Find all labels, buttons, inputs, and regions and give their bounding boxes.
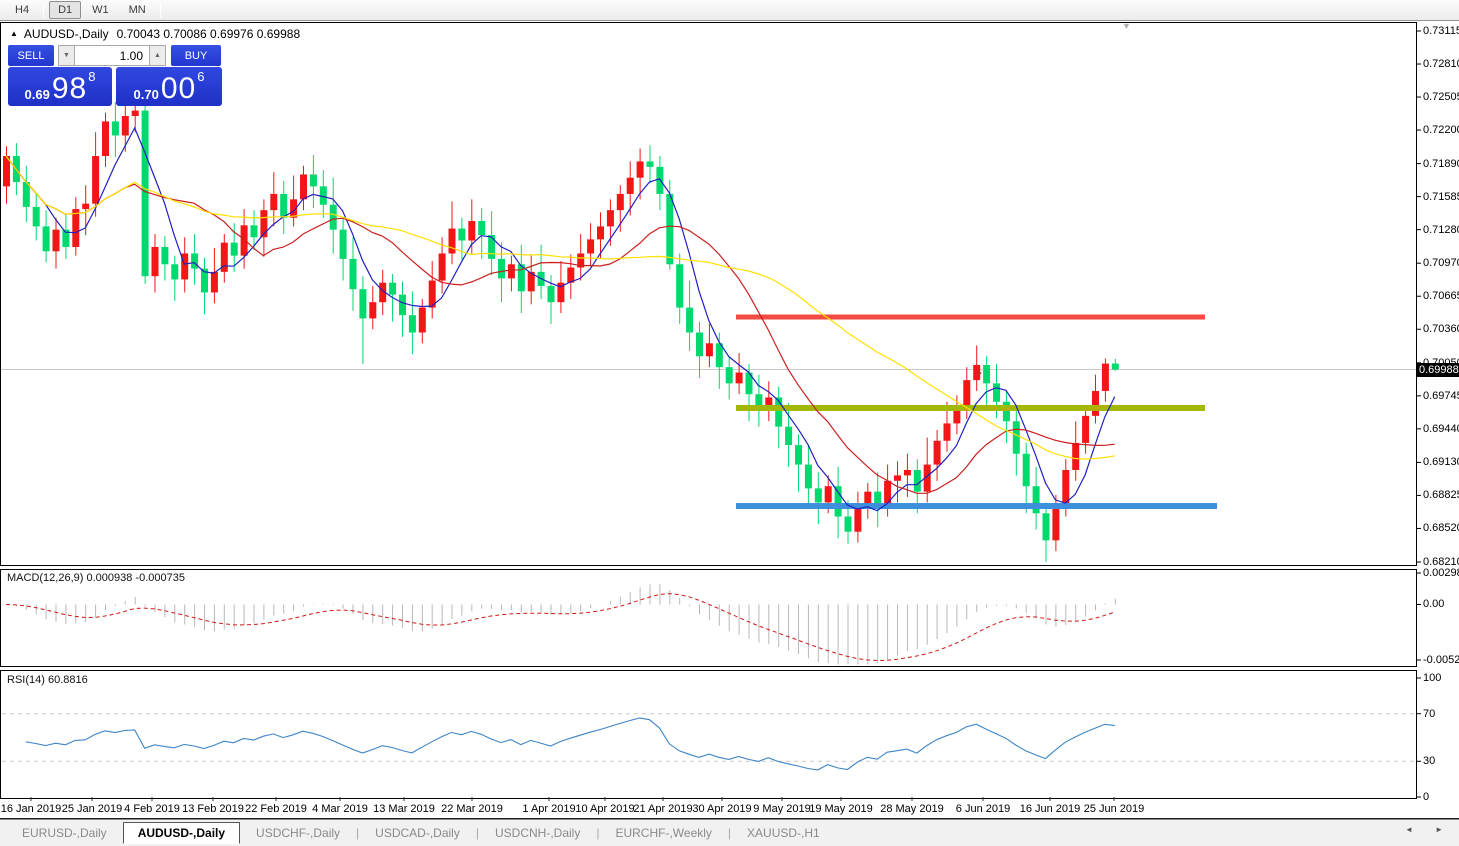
price-axis-label: 0.71585: [1423, 191, 1459, 203]
sell-price-button[interactable]: 0.69 98 8: [8, 67, 112, 106]
date-axis-label: 6 Jun 2019: [956, 803, 1010, 815]
date-axis-label: 21 Apr 2019: [633, 803, 692, 815]
ohlc-values: 0.70043 0.70086 0.69976 0.69988: [117, 27, 301, 41]
price-axis-label: 0.73115: [1423, 25, 1459, 37]
timeframe-button-h4[interactable]: H4: [6, 1, 38, 19]
sell-price-prefix: 0.69: [25, 87, 50, 102]
price-axis-label: 0.71890: [1423, 158, 1459, 170]
buy-price-button[interactable]: 0.70 00 6: [116, 67, 222, 106]
rsi-axis-label: 30: [1423, 755, 1435, 767]
rsi-label: RSI(14) 60.8816: [7, 674, 88, 686]
timeframe-toolbar: H4 D1W1MN: [0, 0, 1459, 21]
date-axis-label: 30 Apr 2019: [692, 803, 751, 815]
price-axis-label: 0.72200: [1423, 124, 1459, 136]
price-axis-label: 0.71280: [1423, 224, 1459, 236]
tab-usdcad-daily[interactable]: USDCAD-,Daily: [359, 823, 476, 843]
price-axis-label: 0.68825: [1423, 489, 1459, 501]
price-axis: 0.69988 0.73115 0.72810 0.72505 0.72200 0.71…: [1417, 22, 1459, 799]
symbol-name: AUDUSD-,Daily: [24, 27, 109, 41]
macd-pane[interactable]: [0, 569, 1417, 667]
buy-price-prefix: 0.70: [134, 87, 159, 102]
macd-label: MACD(12,26,9) 0.000938 -0.000735: [7, 572, 185, 584]
one-click-trade-panel: SELL ▼ ▲ BUY 0.69 98 8 0.70 00 6: [8, 45, 224, 106]
tab-eurusd-daily[interactable]: EURUSD-,Daily: [6, 823, 123, 843]
tab-audusd-daily[interactable]: AUDUSD-,Daily: [123, 822, 240, 844]
date-axis-label: 13 Mar 2019: [373, 803, 435, 815]
date-axis-label: 22 Feb 2019: [245, 803, 307, 815]
date-axis-label: 25 Jun 2019: [1084, 803, 1145, 815]
price-axis-label: 0.68520: [1423, 522, 1459, 534]
timeframe-button-mn[interactable]: MN: [120, 1, 155, 19]
chart-shift-icon: ▼: [1122, 21, 1131, 31]
rsi-axis-label: 70: [1423, 708, 1435, 720]
volume-down-icon[interactable]: ▼: [58, 45, 75, 66]
price-axis-label: 0.70665: [1423, 290, 1459, 302]
toolbar-separator: [43, 3, 44, 18]
tab-eurchf-weekly[interactable]: EURCHF-,Weekly: [599, 823, 727, 843]
date-axis-label: 16 Jan 2019: [1, 803, 62, 815]
tab-usdcnh-daily[interactable]: USDCNH-,Daily: [479, 823, 596, 843]
sell-price-pip: 8: [88, 64, 95, 90]
rsi-value: 60.8816: [48, 674, 88, 686]
tab-scroll-arrows[interactable]: ◄ ►: [1405, 825, 1453, 834]
toolbar-separator: [160, 3, 161, 18]
date-axis-label: 28 May 2019: [880, 803, 944, 815]
rsi-axis-label: 100: [1423, 672, 1441, 684]
date-axis-label: 13 Feb 2019: [182, 803, 244, 815]
price-axis-label: 0.70360: [1423, 323, 1459, 335]
date-axis-label: 4 Feb 2019: [124, 803, 180, 815]
current-price-tag: 0.69988: [1417, 363, 1459, 377]
date-axis-label: 19 May 2019: [809, 803, 873, 815]
macd-values: 0.000938 -0.000735: [86, 572, 184, 584]
macd-axis-label: 0.00: [1423, 598, 1444, 610]
price-axis-label: 0.69440: [1423, 423, 1459, 435]
tab-xauusd-h1[interactable]: XAUUSD-,H1: [731, 823, 836, 843]
sell-button[interactable]: SELL: [8, 45, 54, 66]
buy-price-pip: 6: [197, 64, 204, 90]
date-axis-label: 1 Apr 2019: [522, 803, 575, 815]
price-axis-label: 0.72810: [1423, 58, 1459, 70]
date-axis-label: 25 Jan 2019: [62, 803, 123, 815]
date-axis-label: 16 Jun 2019: [1020, 803, 1081, 815]
rsi-pane[interactable]: [0, 670, 1417, 799]
buy-price-big: 00: [161, 76, 196, 102]
date-axis: 16 Jan 201925 Jan 20194 Feb 201913 Feb 2…: [0, 800, 1459, 819]
timeframe-button-w1[interactable]: W1: [83, 1, 118, 19]
tab-usdchf-daily[interactable]: USDCHF-,Daily: [240, 823, 356, 843]
macd-axis-label: 0.002984: [1423, 567, 1459, 579]
date-axis-label: 4 Mar 2019: [312, 803, 368, 815]
sell-price-big: 98: [52, 76, 87, 102]
date-axis-label: 9 May 2019: [753, 803, 810, 815]
price-axis-label: 0.72505: [1423, 91, 1459, 103]
volume-input[interactable]: [75, 45, 149, 66]
volume-up-icon[interactable]: ▲: [149, 45, 166, 66]
price-axis-label: 0.69130: [1423, 456, 1459, 468]
symbol-tabbar: EURUSD-,DailyAUDUSD-,DailyUSDCHF-,Daily|…: [0, 819, 1459, 846]
date-axis-label: 10 Apr 2019: [575, 803, 634, 815]
price-axis-label: 0.69745: [1423, 390, 1459, 402]
price-axis-label: 0.70970: [1423, 257, 1459, 269]
macd-axis-label: -0.005258: [1423, 654, 1459, 666]
chart-title: ▲ AUDUSD-,Daily 0.70043 0.70086 0.69976 0.…: [10, 27, 300, 41]
date-axis-label: 22 Mar 2019: [441, 803, 503, 815]
buy-button[interactable]: BUY: [171, 45, 221, 66]
timeframe-button-d1[interactable]: D1: [49, 1, 81, 19]
collapse-icon[interactable]: ▲: [10, 29, 18, 38]
